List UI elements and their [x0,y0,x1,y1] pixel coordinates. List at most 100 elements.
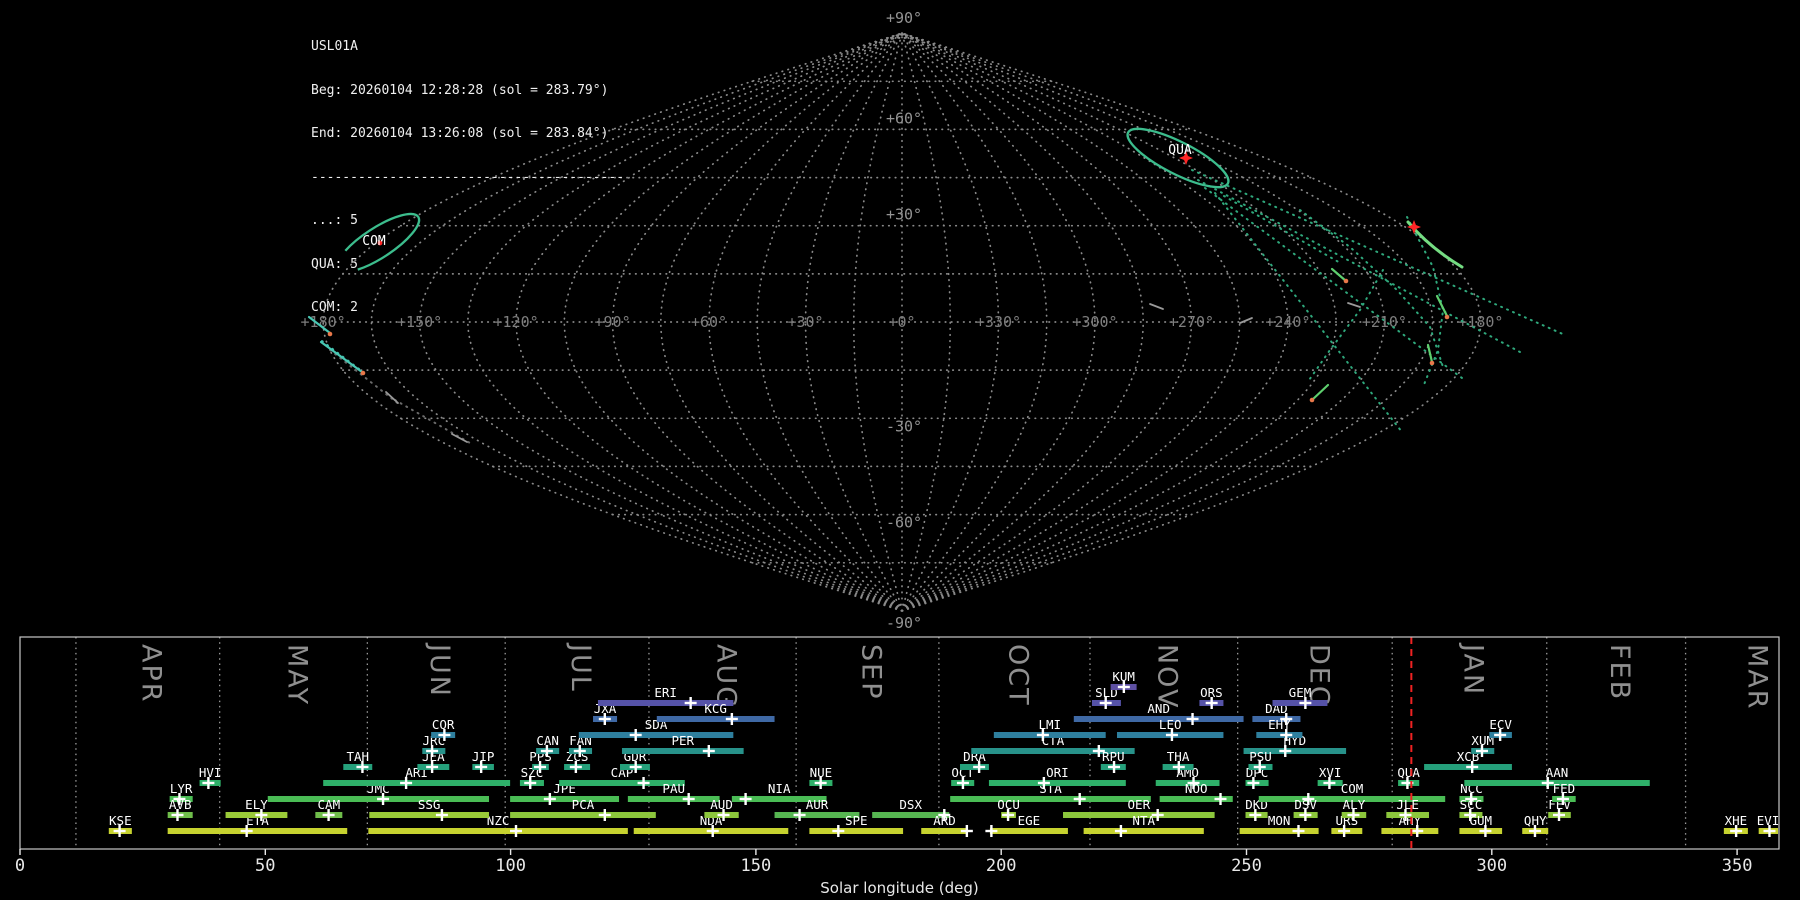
shower-code-label: HVI [199,765,222,780]
shower-code-label: THA [1167,749,1190,764]
shower-code-label: EVI [1757,813,1780,828]
shower-code-label: CAM [318,797,341,812]
shower-HVI: HVI [199,765,222,789]
shower-code-label: PAU [662,781,685,796]
shower-code-label: AUD [710,797,733,812]
shower-code-label: XVI [1319,765,1342,780]
longitude-label: +60° [691,313,727,331]
sky-map-and-activity-plot: +180° +150° +120° +90° +60° +30° +0° +330° +300°… [15,9,1780,897]
shower-code-label: COR [432,717,455,732]
axis-tick-label: 0 [15,856,25,876]
shower-code-label: PER [672,733,695,748]
latitude-label: +90° [886,9,922,27]
shower-code-label: NOO [1185,781,1208,796]
activity-timeline: APR MAY JUN JUL AUG SEP OCT NOV DEC JAN FEB MARKSEL… [15,636,1780,897]
shower-code-label: SSG [418,797,441,812]
shower-code-label: COM [1341,781,1364,796]
shower-code-label: LEO [1159,717,1182,732]
meteor-endpoint-dot [1429,360,1435,366]
activity-bar [510,812,656,818]
month-label-FEB: FEB [1604,644,1635,701]
shower-code-label: AUR [806,797,829,812]
latitude-label: +30° [886,206,922,224]
longitude-label: +270° [1169,313,1214,331]
shower-TAH: TAH [343,749,373,773]
meteor-trail-dotted [329,349,401,406]
station-id: USL01A [311,39,358,54]
shower-NUE: NUE [809,765,833,789]
com-count: COM: 2 [311,300,358,315]
shower-code-label: DSX [899,797,922,812]
longitude-label: +210° [1362,313,1407,331]
activity-bar [510,796,620,802]
month-label-NOV: NOV [1152,644,1183,709]
shower-code-label: ERI [654,685,677,700]
shower-code-label: ECV [1489,717,1512,732]
meteor-streak [385,391,399,404]
longitude-label: +180° [1458,313,1503,331]
axis-tick-label: 350 [1722,856,1753,876]
meteor-streak [1330,267,1348,283]
shower-code-label: LMI [1038,717,1061,732]
activity-bar [167,828,348,834]
shower-code-label: EGE [1018,813,1041,828]
activity-bar [368,828,628,834]
activity-bar [989,828,1068,834]
meteor-endpoint-dot [1444,314,1450,320]
longitude-label: +330° [976,313,1021,331]
shower-KSE: KSE [108,813,132,837]
shower-THA: THA [1162,749,1194,773]
activity-bar [921,828,968,834]
x-axis: 0 50 100 150 200 250 300 350 Solar longitude (de… [15,849,1753,897]
activity-bar [656,716,775,722]
shower-code-label: TAH [346,749,369,764]
meteor-streak [1149,303,1164,310]
shower-code-label: DSV [1294,797,1317,812]
meteor-streak [451,433,468,443]
shower-code-label: ORI [1046,765,1069,780]
shower-XVI: XVI [1317,765,1343,789]
axis-tick-label: 100 [495,856,526,876]
longitude-label: +30° [787,313,823,331]
shower-code-label: ALY [1343,797,1366,812]
shower-code-label: JIP [472,749,495,764]
axis-title: Solar longitude (deg) [820,879,978,897]
shower-code-label: JLE [1396,797,1419,812]
shower-QHY: QHY [1522,813,1549,837]
shower-PSU: PSU [1248,749,1273,773]
activity-bar [809,828,904,834]
latitude-label: +60° [886,109,922,127]
shower-code-label: AAN [1546,765,1569,780]
activity-bar [1239,828,1319,834]
shower-KUM: KUM [1110,669,1137,693]
shower-JIP: JIP [472,749,495,773]
shower-code-label: EHY [1268,717,1291,732]
shower-ORS: ORS [1199,685,1224,709]
shower-ALY: ALY [1341,797,1367,821]
shower-CAN: CAN [536,733,560,757]
latitude-label: -90° [886,614,922,632]
shower-code-label: QHY [1524,813,1547,828]
shower-code-label: NIA [768,781,791,796]
longitude-label: +240° [1265,313,1310,331]
shower-XHE: XHE [1723,813,1748,837]
separator-line: ---------------------------------------- [311,169,625,185]
meteor-streak [1426,343,1434,364]
shower-bars: KSELYRAVBETAHVIELYJMCCAMARITAHNZCSSGJEAJ… [108,669,1780,837]
shower-code-label: GUM [1469,813,1492,828]
meteor-trail-dotted [1299,209,1444,368]
shower-CAM: CAM [315,797,343,821]
month-label-OCT: OCT [1003,644,1034,707]
activity-bar [1083,828,1204,834]
shower-code-label: LYR [170,781,193,796]
shower-code-label: ELY [245,797,268,812]
shower-code-label: MON [1268,813,1291,828]
activity-bar [627,796,720,802]
shower-code-label: ORS [1200,685,1223,700]
shower-RPU: RPU [1100,749,1126,773]
shower-code-label: QUA [1397,765,1420,780]
info-panel: USL01A Beg: 20260104 12:28:28 (sol = 283… [311,11,624,345]
longitude-label: +300° [1072,313,1117,331]
shower-code-label: OCU [997,797,1020,812]
shower-code-label: CAN [536,733,559,748]
